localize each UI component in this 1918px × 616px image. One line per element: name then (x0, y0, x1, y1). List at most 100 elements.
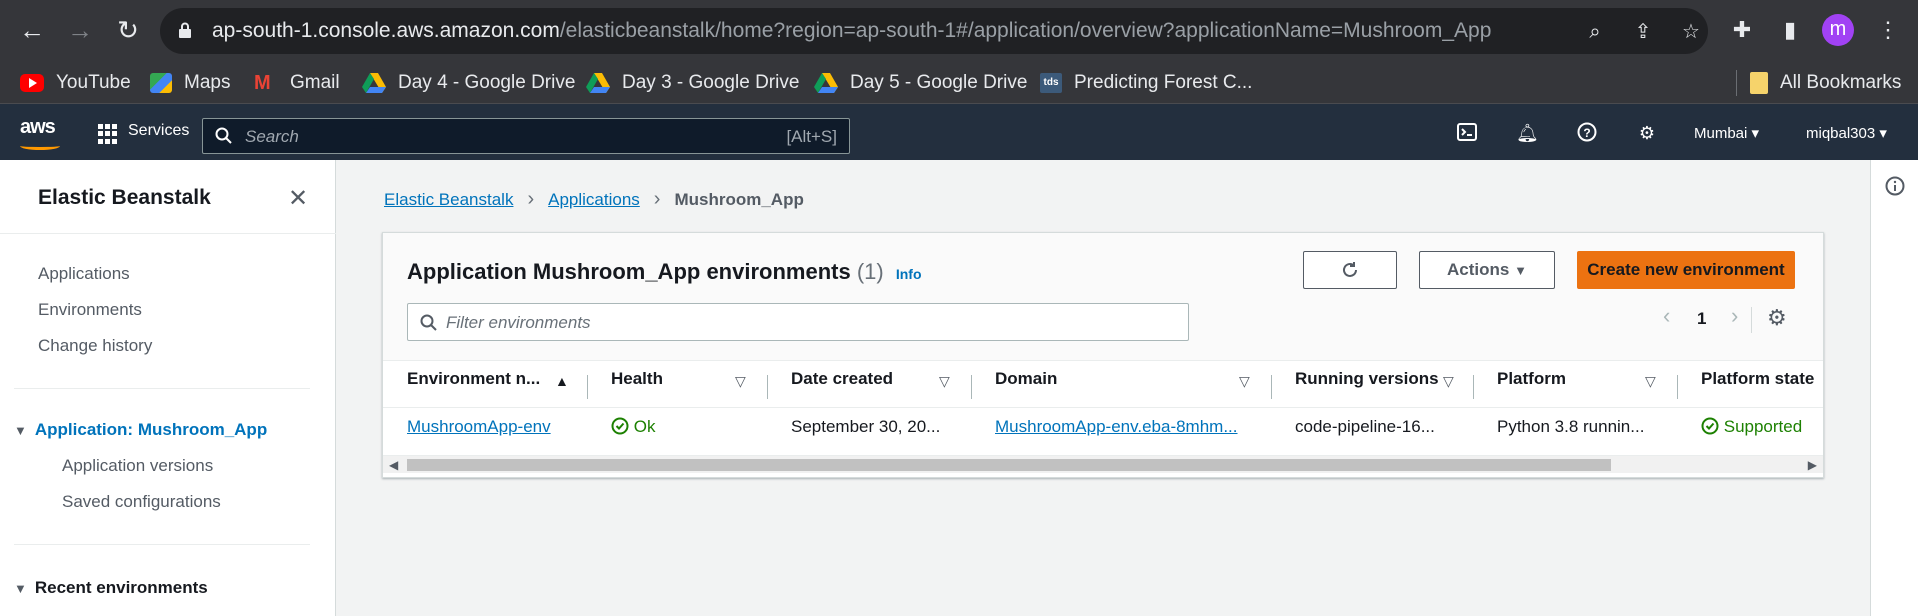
extensions-icon[interactable]: ✚ (1728, 16, 1756, 44)
bookmark-maps[interactable]: Maps (150, 70, 230, 96)
breadcrumb-elastic-beanstalk[interactable]: Elastic Beanstalk (384, 190, 513, 210)
settings-icon[interactable]: ⚙ (1636, 122, 1658, 144)
breadcrumb: Elastic Beanstalk › Applications › Mushr… (384, 188, 804, 211)
check-circle-icon (611, 417, 629, 435)
breadcrumb-current: Mushroom_App (674, 189, 804, 209)
all-bookmarks[interactable]: All Bookmarks (1750, 70, 1901, 96)
filter-environments-input[interactable]: Filter environments (407, 303, 1189, 341)
aws-logo[interactable]: aws (20, 116, 56, 139)
col-platform-state[interactable]: Platform state (1701, 369, 1814, 399)
sidebar-item-applications[interactable]: Applications (38, 264, 130, 284)
chevron-right-icon: › (527, 188, 535, 210)
reload-icon[interactable]: ↻ (112, 14, 144, 46)
col-divider[interactable] (1473, 375, 1474, 399)
prev-page-icon[interactable]: ‹ (1663, 303, 1670, 329)
bookmark-day5[interactable]: Day 5 - Google Drive (814, 70, 1027, 96)
aws-logo-smile (20, 142, 60, 150)
sidebar-item-environments[interactable]: Environments (38, 300, 142, 320)
aws-search-input[interactable]: Search [Alt+S] (202, 118, 850, 154)
help-icon[interactable]: ? (1576, 122, 1598, 144)
main-content: Elastic Beanstalk › Applications › Mushr… (336, 160, 1870, 616)
bookmark-gmail[interactable]: M Gmail (254, 70, 340, 96)
sort-asc-icon[interactable]: ▲ (555, 373, 569, 389)
address-bar[interactable]: ap-south-1.console.aws.amazon.com/elasti… (160, 8, 1708, 54)
domain-link[interactable]: MushroomApp-env.eba-8mhm... (995, 417, 1238, 437)
bookmark-predicting[interactable]: tds Predicting Forest C... (1040, 70, 1252, 96)
next-page-icon[interactable]: › (1731, 303, 1738, 329)
sidebar-item-saved-configs[interactable]: Saved configurations (62, 492, 221, 512)
sidepanel-icon[interactable]: ▮ (1776, 16, 1804, 44)
sort-icon[interactable]: ▽ (1239, 373, 1250, 390)
zoom-icon[interactable]: ⌕ (1584, 21, 1606, 43)
sidebar-item-change-history[interactable]: Change history (38, 336, 152, 356)
sort-icon[interactable]: ▽ (735, 373, 746, 390)
refresh-button[interactable] (1303, 251, 1397, 289)
bookmark-day4[interactable]: Day 4 - Google Drive (362, 70, 575, 96)
notifications-icon[interactable]: 🔔︎ (1516, 122, 1539, 144)
col-divider[interactable] (1271, 375, 1272, 399)
scroll-left-icon[interactable]: ◀ (389, 458, 398, 472)
col-divider[interactable] (587, 375, 588, 399)
account-menu[interactable]: miqbal303 ▾ (1806, 124, 1887, 142)
col-domain[interactable]: Domain (995, 369, 1057, 399)
col-divider[interactable] (767, 375, 768, 399)
forward-icon[interactable]: → (64, 14, 96, 46)
sidebar-app-section[interactable]: ▼ Application: Mushroom_App (14, 420, 267, 440)
breadcrumb-applications[interactable]: Applications (548, 190, 640, 210)
youtube-icon (20, 74, 44, 92)
col-date-created[interactable]: Date created (791, 369, 893, 399)
sort-icon[interactable]: ▽ (1645, 373, 1656, 390)
caret-down-icon: ▼ (14, 423, 27, 438)
tds-icon: tds (1040, 73, 1062, 93)
services-grid-icon[interactable] (98, 124, 118, 144)
info-link[interactable]: Info (896, 266, 922, 282)
gmail-icon: M (254, 72, 271, 94)
col-health[interactable]: Health (611, 369, 663, 399)
col-environment-name[interactable]: Environment n... (407, 369, 540, 399)
page-number[interactable]: 1 (1697, 309, 1706, 329)
col-running-versions[interactable]: Running versions (1295, 369, 1439, 399)
sidebar-title: Elastic Beanstalk (38, 186, 211, 209)
bookmark-star-icon[interactable]: ☆ (1680, 21, 1702, 43)
drive-icon (362, 73, 386, 93)
sort-icon[interactable]: ▽ (1443, 373, 1454, 390)
sidebar-divider (14, 544, 310, 545)
header-divider (383, 407, 1823, 408)
actions-button[interactable]: Actions ▼ (1419, 251, 1555, 289)
region-selector[interactable]: Mumbai ▾ (1694, 124, 1759, 142)
search-icon (420, 314, 437, 331)
horizontal-scrollbar[interactable]: ◀ ▶ (383, 455, 1823, 473)
col-divider[interactable] (1677, 375, 1678, 399)
col-divider[interactable] (971, 375, 972, 399)
create-environment-button[interactable]: Create new environment (1577, 251, 1795, 289)
profile-avatar[interactable]: m (1822, 14, 1854, 46)
date-created-cell: September 30, 20... (791, 417, 941, 436)
services-menu[interactable]: Services (128, 122, 189, 140)
bookmark-youtube[interactable]: YouTube (20, 70, 131, 96)
maps-icon (150, 73, 172, 93)
platform-cell: Python 3.8 runnin... (1497, 417, 1645, 436)
check-circle-icon (1701, 417, 1719, 435)
sort-icon[interactable]: ▽ (939, 373, 950, 390)
sidebar-recent-section[interactable]: ▼ Recent environments (14, 578, 208, 598)
refresh-icon (1343, 262, 1357, 277)
env-count: (1) (856, 259, 884, 284)
lock-icon (179, 22, 191, 38)
bookmark-day3[interactable]: Day 3 - Google Drive (586, 70, 799, 96)
search-placeholder: Search (245, 127, 299, 146)
env-name-link[interactable]: MushroomApp-env (407, 417, 551, 437)
back-icon[interactable]: ← (16, 14, 48, 46)
sidebar-item-app-versions[interactable]: Application versions (62, 456, 213, 476)
menu-icon[interactable]: ⋮ (1874, 16, 1902, 44)
panel-title: Application Mushroom_App environments (1… (407, 259, 922, 284)
cloudshell-icon[interactable] (1456, 122, 1478, 144)
preferences-gear-icon[interactable]: ⚙ (1767, 305, 1787, 331)
col-platform[interactable]: Platform (1497, 369, 1566, 399)
share-icon[interactable]: ⇪ (1632, 21, 1654, 43)
info-icon[interactable] (1885, 176, 1905, 196)
sidebar-divider (14, 388, 310, 389)
browser-toolbar: ← → ↻ ap-south-1.console.aws.amazon.com/… (0, 0, 1918, 62)
close-icon[interactable]: ✕ (288, 184, 308, 213)
scroll-right-icon[interactable]: ▶ (1808, 458, 1817, 472)
scroll-thumb[interactable] (407, 459, 1611, 471)
